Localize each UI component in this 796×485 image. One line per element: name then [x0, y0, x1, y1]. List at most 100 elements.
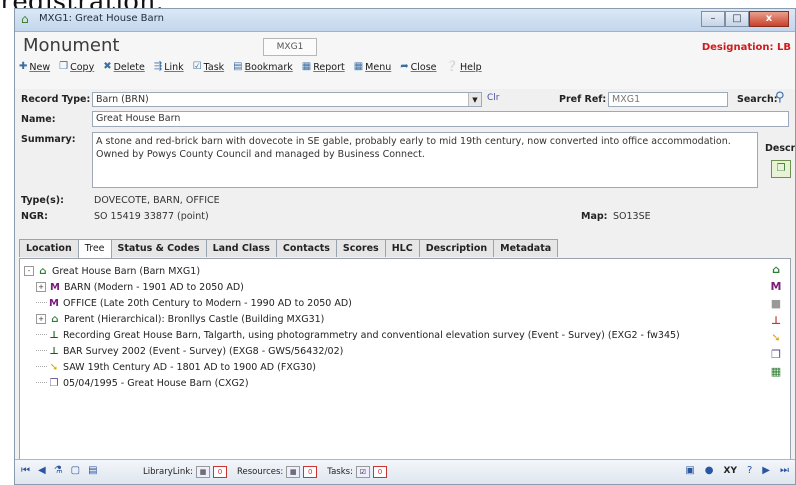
tab-land-class[interactable]: Land Class — [205, 239, 277, 257]
link-label: Link — [164, 61, 184, 73]
close-button[interactable]: ➦ Close — [400, 62, 436, 73]
types-label: Type(s): — [21, 195, 64, 206]
expand-icon[interactable]: + — [36, 282, 46, 292]
menu-button[interactable]: ▦ Menu — [354, 62, 392, 73]
resources-label: Resources: — [237, 467, 284, 477]
close-window-button[interactable]: x — [749, 11, 789, 27]
record-type-value: Barn (BRN) — [96, 94, 149, 105]
library-link-label: LibraryLink: — [143, 467, 193, 477]
designation-label: Designation: LB — [701, 42, 791, 53]
tree-connector — [36, 366, 47, 368]
report-label: Report — [313, 61, 345, 73]
new-button[interactable]: ✚ New — [19, 62, 50, 73]
tree-node[interactable]: - ⌂ Great House Barn (Barn MXG1) — [24, 263, 680, 279]
building-icon: ⌂ — [39, 265, 47, 277]
maximize-button[interactable]: □ — [725, 11, 749, 27]
record-id-box: MXG1 — [263, 38, 317, 56]
tab-location[interactable]: Location — [19, 239, 79, 257]
clear-button[interactable]: Clr — [487, 93, 500, 103]
copy-description-icon[interactable]: ❐ — [771, 160, 791, 178]
next-record-icon[interactable]: ▶ — [762, 465, 770, 476]
bookmark-icon: ▤ — [233, 61, 243, 72]
tasks-icon[interactable]: ☑ — [355, 466, 370, 478]
filter-icon[interactable]: ⚗ — [54, 465, 63, 476]
tab-hlc[interactable]: HLC — [384, 239, 420, 257]
monument-type-icon: M — [50, 281, 60, 293]
tree-node[interactable]: + ⌂ Parent (Hierarchical): Bronllys Castle… — [24, 311, 680, 327]
types-value: DOVECOTE, BARN, OFFICE — [94, 195, 220, 206]
tab-status-codes[interactable]: Status & Codes — [110, 239, 207, 257]
delete-button[interactable]: ✖ Delete — [103, 62, 145, 73]
help-icon[interactable]: ? — [747, 465, 752, 476]
title-bar[interactable]: ⌂ MXG1: Great House Barn – □ x — [15, 9, 795, 32]
first-record-icon[interactable]: ⏮ — [21, 465, 30, 476]
link-button[interactable]: ⇶ Link — [154, 62, 184, 73]
delete-label: Delete — [113, 61, 145, 73]
menu-icon: ▦ — [353, 61, 364, 72]
search-label: Search: — [737, 94, 778, 105]
tree-node-label: Recording Great House Barn, Talgarth, us… — [63, 329, 680, 341]
copy-button[interactable]: ❐ Copy — [59, 62, 94, 73]
monument-type-icon[interactable]: M — [768, 280, 784, 297]
tab-tree[interactable]: Tree — [77, 239, 112, 258]
pref-ref-field[interactable]: MXG1 — [608, 92, 728, 107]
collapse-icon[interactable]: - — [24, 266, 34, 276]
grey-box-icon[interactable]: ■ — [768, 297, 784, 314]
tab-scores[interactable]: Scores — [335, 239, 386, 257]
tree-node[interactable]: + M BARN (Modern - 1901 AD to 2050 AD) — [24, 279, 680, 295]
library-link-count[interactable]: 0 — [213, 466, 227, 478]
document-icon[interactable]: ▤ — [88, 465, 97, 476]
tree-node[interactable]: ➘ SAW 19th Century AD - 1801 AD to 1900 A… — [24, 359, 680, 375]
report-icon: ▦ — [301, 61, 312, 72]
report-button[interactable]: ▦ Report — [302, 62, 345, 73]
tree-node[interactable]: ⊥ BAR Survey 2002 (Event - Survey) (EXG8 … — [24, 343, 680, 359]
previous-record-icon[interactable]: ◀ — [38, 465, 46, 476]
tree-node-label: SAW 19th Century AD - 1801 AD to 1900 AD… — [63, 361, 316, 373]
library-link-icon[interactable]: ▦ — [196, 466, 210, 478]
name-field[interactable]: Great House Barn — [92, 111, 789, 127]
find-icon[interactable]: ➘ — [768, 331, 784, 348]
status-bar: ⏮ ◀ ⚗ ▢ ▤ LibraryLink: ▦ 0 Resources: ▦ … — [15, 459, 795, 484]
binoculars-icon[interactable]: ⚲ — [775, 90, 785, 105]
tree-node[interactable]: ⊥ Recording Great House Barn, Talgarth, u… — [24, 327, 680, 343]
summary-field[interactable]: A stone and red-brick barn with dovecote… — [92, 132, 758, 188]
xy-label[interactable]: XY — [724, 466, 737, 476]
help-button[interactable]: ❔ Help — [446, 62, 482, 73]
survey-event-icon[interactable]: ⊥ — [768, 314, 784, 331]
expand-icon[interactable]: + — [36, 314, 46, 324]
source-icon[interactable]: ❐ — [768, 348, 784, 365]
tree-panel: - ⌂ Great House Barn (Barn MXG1) + M BARN (Mo… — [19, 258, 791, 460]
tasks-count[interactable]: 0 — [372, 466, 387, 478]
chevron-down-icon[interactable]: ▼ — [468, 93, 481, 106]
tab-contacts[interactable]: Contacts — [275, 239, 337, 257]
delete-icon: ✖ — [103, 61, 112, 72]
record-type-select[interactable]: Barn (BRN) ▼ — [92, 92, 482, 107]
tree-connector — [36, 382, 47, 384]
globe-icon[interactable]: ● — [705, 465, 714, 476]
map-label: Map: — [581, 211, 608, 222]
description-label: Descr — [765, 143, 796, 154]
resources-icon[interactable]: ▦ — [286, 466, 301, 478]
tab-description[interactable]: Description — [418, 239, 495, 257]
link-counters: LibraryLink: ▦ 0 Resources: ▦ 0 Tasks: ☑… — [143, 466, 397, 478]
task-button[interactable]: ☑ Task — [193, 62, 224, 73]
toolbar: ✚ New ❐ Copy ✖ Delete ⇶ Link ☑ Task ▤ Bookmark ▦ Repo… — [19, 59, 791, 75]
parent-building-icon: ⌂ — [51, 313, 59, 325]
building-icon[interactable]: ⌂ — [768, 263, 784, 280]
tree-node-label: Parent (Hierarchical): Bronllys Castle (… — [64, 313, 325, 325]
tab-strip: Location Tree Status & Codes Land Class Cont… — [19, 239, 559, 258]
minimize-button[interactable]: – — [701, 11, 725, 27]
tree-node[interactable]: ❐ 05/04/1995 - Great House Barn (CXG2) — [24, 375, 680, 391]
resources-count[interactable]: 0 — [303, 466, 318, 478]
link-icon: ⇶ — [153, 61, 163, 72]
last-record-icon[interactable]: ⏭ — [780, 465, 789, 476]
blank-page-icon[interactable]: ▢ — [71, 465, 80, 476]
tab-metadata[interactable]: Metadata — [493, 239, 559, 257]
find-icon: ➘ — [49, 361, 59, 373]
summary-label: Summary: — [21, 134, 76, 145]
archive-icon[interactable]: ▦ — [768, 365, 784, 382]
map-icon[interactable]: ▣ — [685, 465, 694, 476]
help-icon: ❔ — [445, 61, 458, 72]
tree-node[interactable]: M OFFICE (Late 20th Century to Modern - 1… — [24, 295, 680, 311]
bookmark-button[interactable]: ▤ Bookmark — [233, 62, 293, 73]
